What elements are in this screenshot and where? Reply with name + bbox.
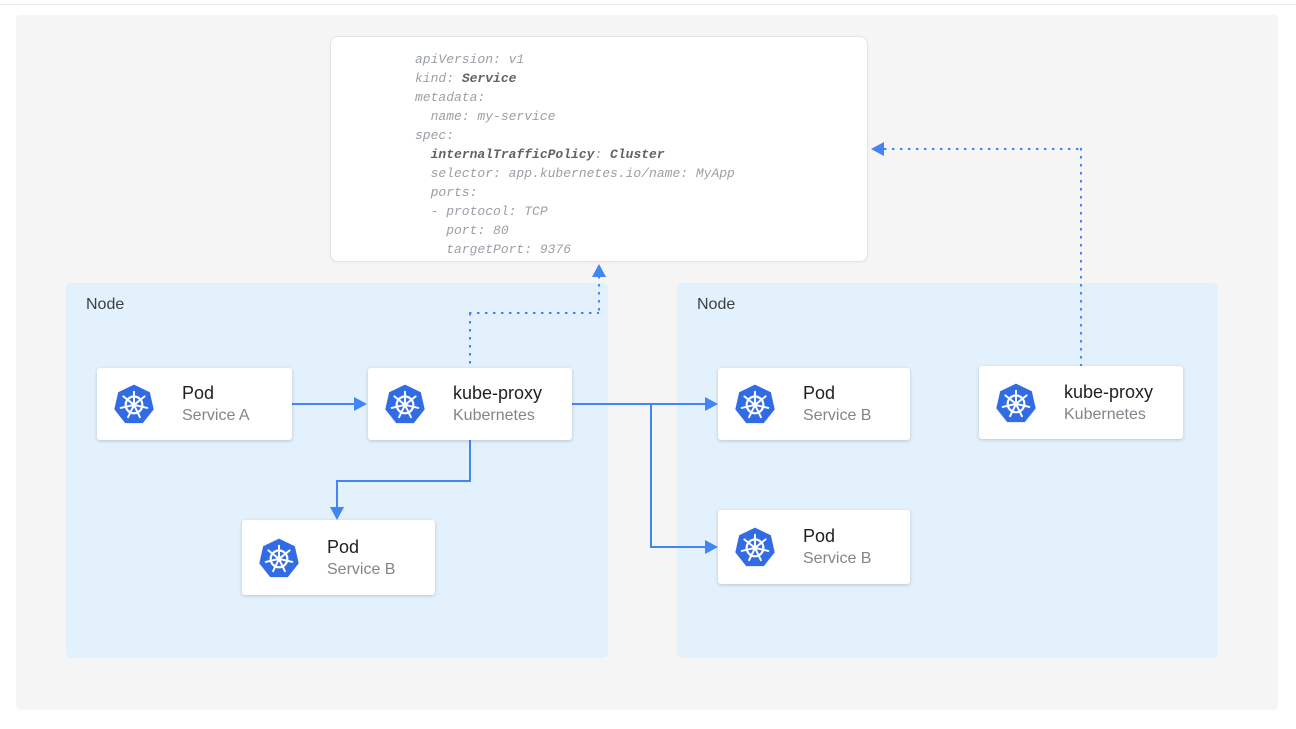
arrow-into-pod-b-left [336,480,338,508]
card-text: Pod Service B [803,525,871,569]
kubernetes-icon [994,381,1038,425]
card-text: Pod Service B [803,382,871,426]
node-panel-left: Node [66,283,608,658]
card-subtitle: Service B [803,548,871,569]
card-pod-service-b-right-top: Pod Service B [718,368,910,440]
card-title: Pod [803,382,871,405]
node-panel-right: Node [677,283,1218,658]
kubernetes-icon [733,525,777,569]
card-subtitle: Kubernetes [1064,404,1153,425]
card-pod-service-b-left: Pod Service B [242,520,435,595]
kubernetes-icon [257,536,301,580]
card-subtitle: Service B [803,405,871,426]
dotted-horizontal-right [884,148,1081,150]
card-text: Pod Service A [182,382,250,426]
card-title: kube-proxy [453,382,542,405]
kubernetes-icon [383,382,427,426]
arrow-kubeproxy-leftward [336,480,471,482]
yaml-code: apiVersion: v1kind: Servicemetadata: nam… [415,50,735,259]
card-text: kube-proxy Kubernetes [1064,381,1153,425]
dotted-horizontal-left [469,312,599,314]
arrowhead-right-icon [705,540,718,554]
card-text: kube-proxy Kubernetes [453,382,542,426]
card-pod-service-a: Pod Service A [97,368,292,440]
card-subtitle: Service B [327,559,395,580]
diagram-canvas: apiVersion: v1kind: Servicemetadata: nam… [16,15,1278,710]
arrowhead-right-icon [705,397,718,411]
card-text: Pod Service B [327,536,395,580]
dotted-kubeproxy-right-up [1080,148,1082,366]
card-subtitle: Kubernetes [453,405,542,426]
arrowhead-left-icon [871,142,884,156]
arrow-branch-vertical [650,403,652,548]
node-label: Node [86,296,124,314]
card-subtitle: Service A [182,405,250,426]
arrow-pod-a-to-kubeproxy [292,403,354,405]
card-title: Pod [182,382,250,405]
kubernetes-icon [112,382,156,426]
service-yaml-card: apiVersion: v1kind: Servicemetadata: nam… [330,36,868,262]
card-kube-proxy-left: kube-proxy Kubernetes [368,368,572,440]
arrowhead-up-icon [592,264,606,277]
dotted-into-yaml-bottom [598,276,600,313]
arrow-kubeproxy-to-pod-b-bottom [650,546,705,548]
card-kube-proxy-right: kube-proxy Kubernetes [979,366,1183,439]
node-label: Node [697,296,735,314]
arrow-kubeproxy-to-pod-b-top [572,403,705,405]
card-pod-service-b-right-bottom: Pod Service B [718,510,910,584]
card-title: Pod [327,536,395,559]
arrowhead-down-icon [330,507,344,520]
dotted-kubeproxy-left-up [469,313,471,368]
card-title: kube-proxy [1064,381,1153,404]
arrowhead-right-icon [354,397,367,411]
arrow-kubeproxy-down [469,440,471,482]
top-divider [0,4,1296,5]
card-title: Pod [803,525,871,548]
kubernetes-icon [733,382,777,426]
